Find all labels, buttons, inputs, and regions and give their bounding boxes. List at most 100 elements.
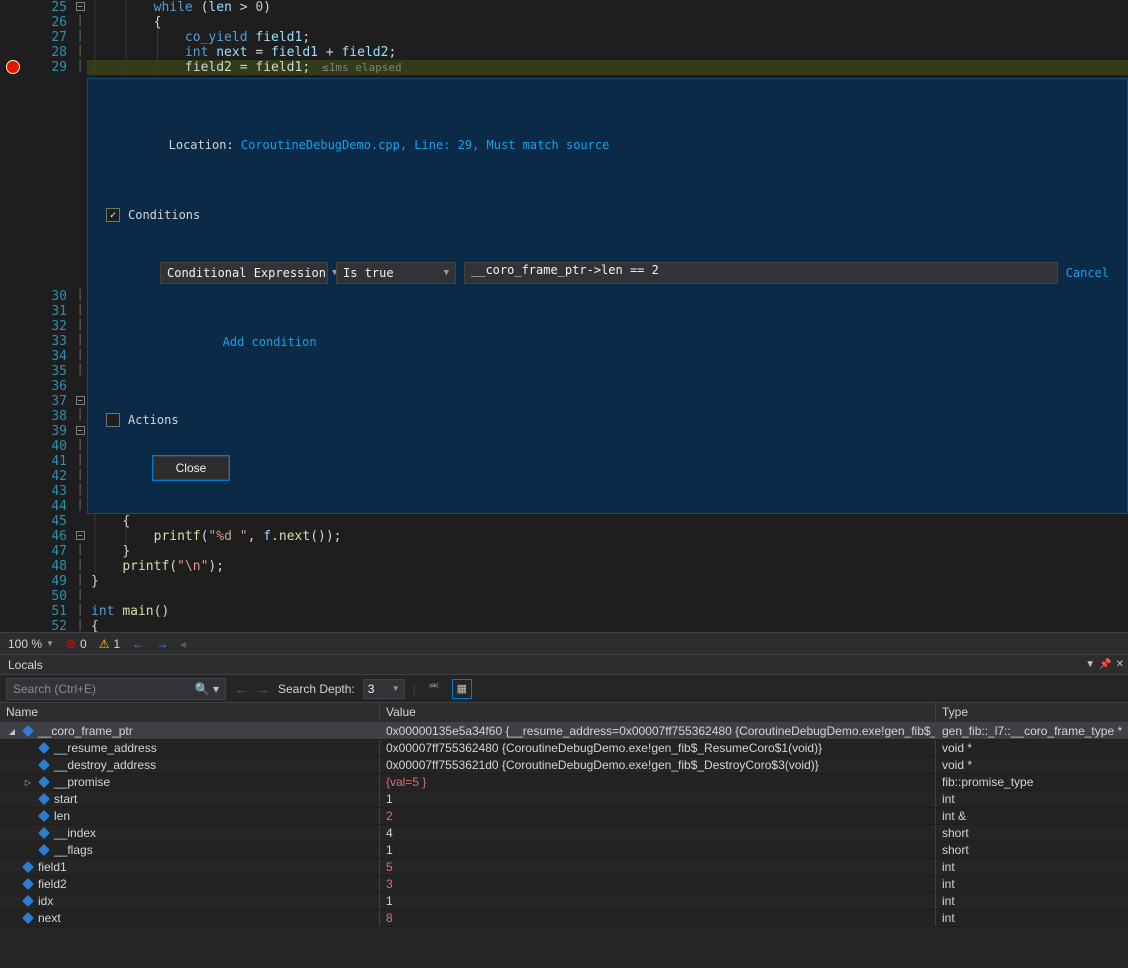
condition-type-dropdown[interactable]: Conditional Expression▼ xyxy=(160,262,328,284)
locals-row[interactable]: ▷__promise{val=5 }fib::promise_type xyxy=(0,774,1128,791)
fold-marker[interactable]: │ xyxy=(73,319,87,334)
fold-marker[interactable]: │ xyxy=(73,60,87,75)
fold-marker[interactable]: │ xyxy=(73,364,87,379)
fold-marker[interactable]: − xyxy=(73,0,87,15)
nav-back-button[interactable]: ← xyxy=(132,637,144,651)
variable-name: __flags xyxy=(54,843,93,857)
locals-panel: Locals ▼ 📌 ✕ Search (Ctrl+E) 🔍 ▾ ← → Sea… xyxy=(0,654,1128,968)
fold-marker[interactable]: − xyxy=(73,394,87,409)
variable-type: short xyxy=(942,826,969,840)
locals-row[interactable]: __flags1short xyxy=(0,842,1128,859)
close-icon[interactable]: ✕ xyxy=(1116,659,1124,670)
fold-marker[interactable]: │ xyxy=(73,619,87,632)
fold-marker[interactable]: │ xyxy=(73,574,87,589)
fold-marker[interactable]: │ xyxy=(73,484,87,499)
condition-eval-dropdown[interactable]: Is true▼ xyxy=(336,262,456,284)
locals-row[interactable]: __index4short xyxy=(0,825,1128,842)
fold-marker[interactable]: │ xyxy=(73,304,87,319)
zoom-control[interactable]: 100 % ▼ xyxy=(8,637,54,651)
variable-icon xyxy=(22,878,34,890)
code-line[interactable]: ┊ printf("\n"); xyxy=(87,559,1128,574)
code-line[interactable] xyxy=(87,589,1128,604)
fold-marker[interactable]: − xyxy=(73,529,87,544)
nav-forward-button[interactable]: → xyxy=(156,637,168,651)
line-number: 37 xyxy=(25,394,67,409)
locals-search-input[interactable]: Search (Ctrl+E) 🔍 ▾ xyxy=(6,678,226,700)
expander-icon[interactable]: ▷ xyxy=(22,778,34,787)
fold-marker[interactable]: │ xyxy=(73,604,87,619)
fold-marker[interactable]: │ xyxy=(73,30,87,45)
code-line[interactable]: ┊ ┊ printf("%d ", f.next()); xyxy=(87,529,1128,544)
pin-icon[interactable]: 📌 xyxy=(1099,659,1111,670)
condition-expression-input[interactable]: __coro_frame_ptr->len == 2 xyxy=(464,262,1058,284)
line-number-gutter: 2526272829303132333435363738394041424344… xyxy=(25,0,73,632)
code-line[interactable]: ┊ ┊ ┊ field2 = field1;≤1ms elapsed xyxy=(87,60,1128,75)
line-number: 40 xyxy=(25,439,67,454)
location-link[interactable]: CoroutineDebugDemo.cpp, Line: 29, Must m… xyxy=(241,138,609,152)
view-mode-button[interactable]: ▦ xyxy=(452,679,472,699)
breakpoint-icon[interactable] xyxy=(6,60,20,74)
fold-column[interactable]: −││││││││││−│−│││││−││││││ xyxy=(73,0,87,632)
locals-row[interactable]: __destroy_address0x00007ff7553621d0 {Cor… xyxy=(0,757,1128,774)
dropdown-icon[interactable]: ▼ xyxy=(1085,659,1095,670)
code-line[interactable]: ┊ ┊ { xyxy=(87,15,1128,30)
fold-marker[interactable]: │ xyxy=(73,289,87,304)
code-line[interactable]: } xyxy=(87,574,1128,589)
breakpoint-margin[interactable] xyxy=(0,0,25,632)
actions-checkbox[interactable] xyxy=(106,413,120,427)
fold-marker[interactable]: │ xyxy=(73,559,87,574)
filter-button[interactable]: ⎃ xyxy=(424,679,444,699)
code-line[interactable]: ┊ } xyxy=(87,544,1128,559)
column-name-header[interactable]: Name xyxy=(0,703,380,722)
search-depth-label: Search Depth: xyxy=(278,682,355,696)
fold-marker[interactable]: │ xyxy=(73,544,87,559)
locals-row[interactable]: field23int xyxy=(0,876,1128,893)
fold-marker[interactable] xyxy=(73,514,87,529)
code-line[interactable]: ┊ { xyxy=(87,514,1128,529)
variable-icon xyxy=(22,725,34,737)
conditions-checkbox[interactable] xyxy=(106,208,120,222)
column-value-header[interactable]: Value xyxy=(380,703,936,722)
locals-row[interactable]: start1int xyxy=(0,791,1128,808)
fold-marker[interactable]: │ xyxy=(73,349,87,364)
column-type-header[interactable]: Type xyxy=(936,703,1128,722)
fold-marker[interactable]: │ xyxy=(73,15,87,30)
code-content[interactable]: ┊ ┊ while (len > 0)┊ ┊ {┊ ┊ ┊ co_yield f… xyxy=(87,0,1128,632)
locals-row[interactable]: __resume_address0x00007ff755362480 {Coro… xyxy=(0,740,1128,757)
add-condition-link[interactable]: Add condition xyxy=(223,335,317,349)
locals-panel-header[interactable]: Locals ▼ 📌 ✕ xyxy=(0,655,1128,675)
locals-row[interactable]: ◢__coro_frame_ptr0x00000135e5a34f60 {__r… xyxy=(0,723,1128,740)
code-line[interactable]: ┊ ┊ ┊ co_yield field1; xyxy=(87,30,1128,45)
variable-value: 1 xyxy=(386,792,393,806)
code-line[interactable]: ┊ ┊ ┊ int next = field1 + field2; xyxy=(87,45,1128,60)
fold-marker[interactable]: │ xyxy=(73,454,87,469)
warning-count[interactable]: ⚠ 1 xyxy=(99,637,120,651)
locals-row[interactable]: idx1int xyxy=(0,893,1128,910)
code-line[interactable]: ┊ ┊ while (len > 0) xyxy=(87,0,1128,15)
variable-value: 1 xyxy=(386,894,393,908)
locals-grid-header: Name Value Type xyxy=(0,703,1128,723)
fold-marker[interactable]: │ xyxy=(73,45,87,60)
fold-marker[interactable]: − xyxy=(73,424,87,439)
expander-icon[interactable]: ◢ xyxy=(6,727,18,736)
fold-marker[interactable] xyxy=(73,379,87,394)
fold-marker[interactable]: │ xyxy=(73,439,87,454)
search-next-button[interactable]: → xyxy=(256,681,270,697)
locals-row[interactable]: field15int xyxy=(0,859,1128,876)
cancel-link[interactable]: Cancel xyxy=(1066,266,1109,280)
fold-marker[interactable]: │ xyxy=(73,334,87,349)
fold-marker[interactable]: │ xyxy=(73,469,87,484)
close-button[interactable]: Close xyxy=(153,456,229,480)
search-prev-button[interactable]: ← xyxy=(234,681,248,697)
search-depth-dropdown[interactable]: 3 ▼ xyxy=(363,679,405,699)
locals-row[interactable]: len2int & xyxy=(0,808,1128,825)
code-line[interactable]: { xyxy=(87,619,1128,632)
error-count[interactable]: ⊘ 0 xyxy=(66,637,87,651)
code-line[interactable]: int main() xyxy=(87,604,1128,619)
fold-marker[interactable]: │ xyxy=(73,409,87,424)
locals-row[interactable]: next8int xyxy=(0,910,1128,927)
locals-grid[interactable]: Name Value Type ◢__coro_frame_ptr0x00000… xyxy=(0,703,1128,968)
fold-marker[interactable]: │ xyxy=(73,589,87,604)
nav-prev-icon: ◂ xyxy=(180,637,186,651)
fold-marker[interactable]: │ xyxy=(73,499,87,514)
